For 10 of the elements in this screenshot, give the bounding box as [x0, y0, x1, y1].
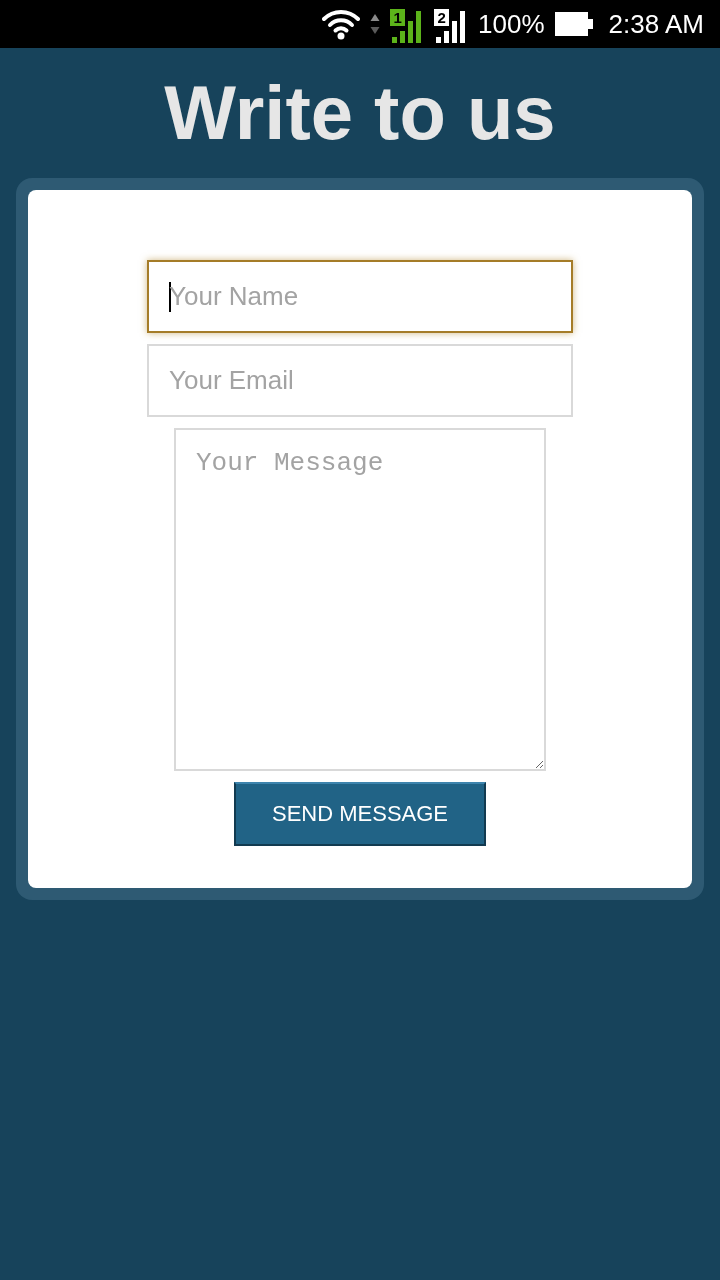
- page-title: Write to us: [164, 75, 556, 151]
- battery-icon: [554, 12, 593, 36]
- sim-number: 1: [390, 9, 406, 26]
- send-button[interactable]: SEND MESSAGE: [234, 782, 486, 846]
- battery-percent: 100%: [478, 9, 545, 39]
- message-field[interactable]: Your Message: [174, 428, 546, 771]
- clock-time: 2:38 AM: [608, 9, 704, 39]
- sim-number: 2: [434, 9, 450, 26]
- wifi-icon: [322, 8, 361, 40]
- data-arrows-icon: [370, 12, 381, 36]
